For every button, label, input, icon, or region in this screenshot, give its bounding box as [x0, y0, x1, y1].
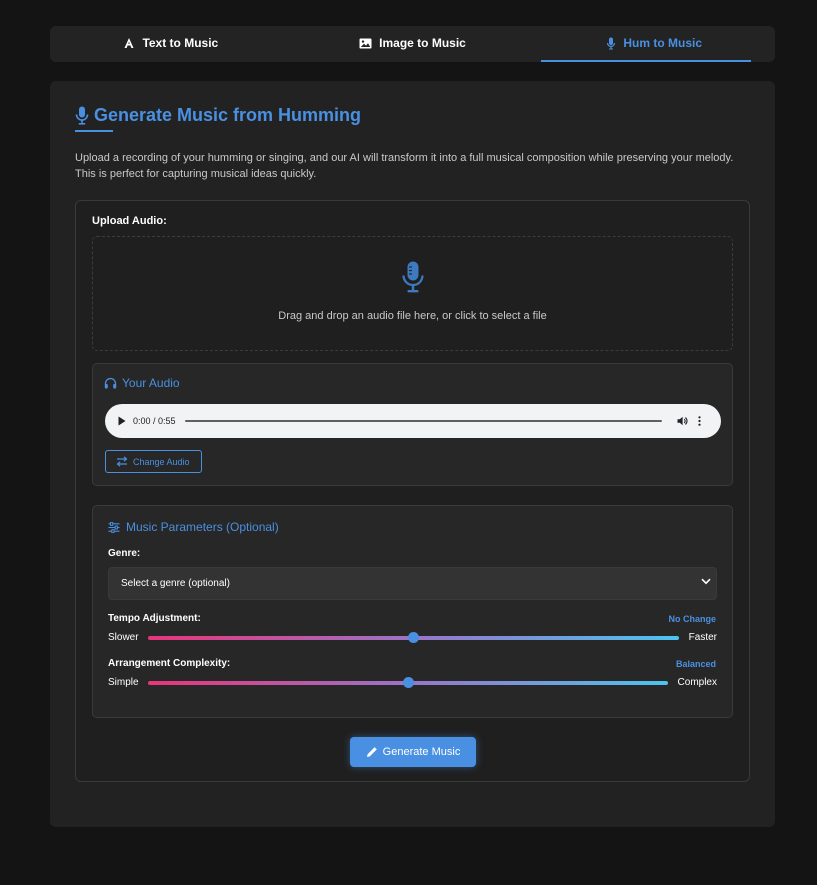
- image-icon: [359, 38, 372, 49]
- change-audio-label: Change Audio: [133, 456, 190, 467]
- music-parameters-label: Music Parameters (Optional): [126, 520, 279, 534]
- complexity-value: Balanced: [675, 659, 716, 669]
- tempo-min-label: Slower: [108, 632, 139, 643]
- generate-music-label: Generate Music: [382, 746, 461, 758]
- pencil-icon: [366, 746, 378, 758]
- change-audio-button[interactable]: Change Audio: [105, 450, 202, 473]
- swap-arrows-icon: [116, 456, 128, 467]
- title-underline: [75, 130, 113, 132]
- tab-label: Text to Music: [142, 36, 219, 50]
- hum-form-panel: Upload Audio: Drag and drop an audio fil…: [75, 200, 750, 782]
- tab-text-to-music[interactable]: Text to Music: [50, 26, 292, 62]
- audio-dropzone[interactable]: Drag and drop an audio file here, or cli…: [92, 236, 733, 351]
- tempo-label: Tempo Adjustment:: [108, 613, 201, 624]
- microphone-icon: [75, 106, 89, 125]
- generate-music-button[interactable]: Generate Music: [350, 737, 476, 767]
- tempo-slider[interactable]: [148, 632, 679, 643]
- genre-select[interactable]: Select a genre (optional): [108, 567, 717, 600]
- page-title: Generate Music from Humming: [75, 105, 361, 126]
- page-description: Upload a recording of your humming or si…: [75, 152, 734, 180]
- your-audio-section: Your Audio 0:00 / 0:55 Change Audio: [92, 363, 733, 486]
- complexity-max-label: Complex: [677, 677, 717, 688]
- complexity-slider-thumb[interactable]: [402, 677, 414, 688]
- tab-hum-to-music[interactable]: Hum to Music: [533, 26, 775, 62]
- audio-progress-bar[interactable]: [184, 420, 662, 422]
- page-title-text: Generate Music from Humming: [94, 105, 362, 125]
- tempo-value: No Change: [668, 614, 716, 624]
- play-icon[interactable]: [118, 416, 126, 426]
- sliders-icon: [108, 521, 120, 533]
- tab-image-to-music[interactable]: Image to Music: [292, 26, 534, 62]
- microphone-icon: [606, 37, 616, 50]
- headphones-icon: [104, 377, 117, 389]
- audio-player: 0:00 / 0:55: [105, 404, 721, 438]
- music-parameters-heading: Music Parameters (Optional): [108, 520, 279, 534]
- text-font-icon: [123, 37, 135, 49]
- complexity-min-label: Simple: [108, 677, 139, 688]
- mode-tabs: Text to Music Image to Music Hum to Musi…: [50, 26, 775, 62]
- genre-label: Genre:: [108, 548, 141, 559]
- tab-label: Image to Music: [379, 36, 466, 50]
- volume-icon[interactable]: [677, 416, 688, 426]
- chevron-down-icon: [701, 578, 711, 585]
- upload-label: Upload Audio:: [92, 215, 167, 227]
- more-options-icon[interactable]: [697, 416, 701, 426]
- complexity-label: Arrangement Complexity:: [108, 658, 231, 669]
- hum-to-music-card: Generate Music from Humming Upload a rec…: [50, 81, 775, 827]
- genre-selected-value: Select a genre (optional): [121, 578, 230, 589]
- your-audio-heading: Your Audio: [104, 376, 180, 390]
- music-parameters-section: Music Parameters (Optional) Genre: Selec…: [92, 505, 733, 718]
- audio-time: 0:00 / 0:55: [133, 416, 176, 426]
- complexity-slider[interactable]: [148, 677, 668, 688]
- dropzone-text: Drag and drop an audio file here, or cli…: [278, 310, 547, 322]
- tempo-max-label: Faster: [688, 632, 717, 643]
- your-audio-label: Your Audio: [122, 376, 180, 390]
- tempo-slider-thumb[interactable]: [408, 632, 419, 643]
- tab-label: Hum to Music: [623, 36, 703, 50]
- microphone-icon: [401, 261, 425, 298]
